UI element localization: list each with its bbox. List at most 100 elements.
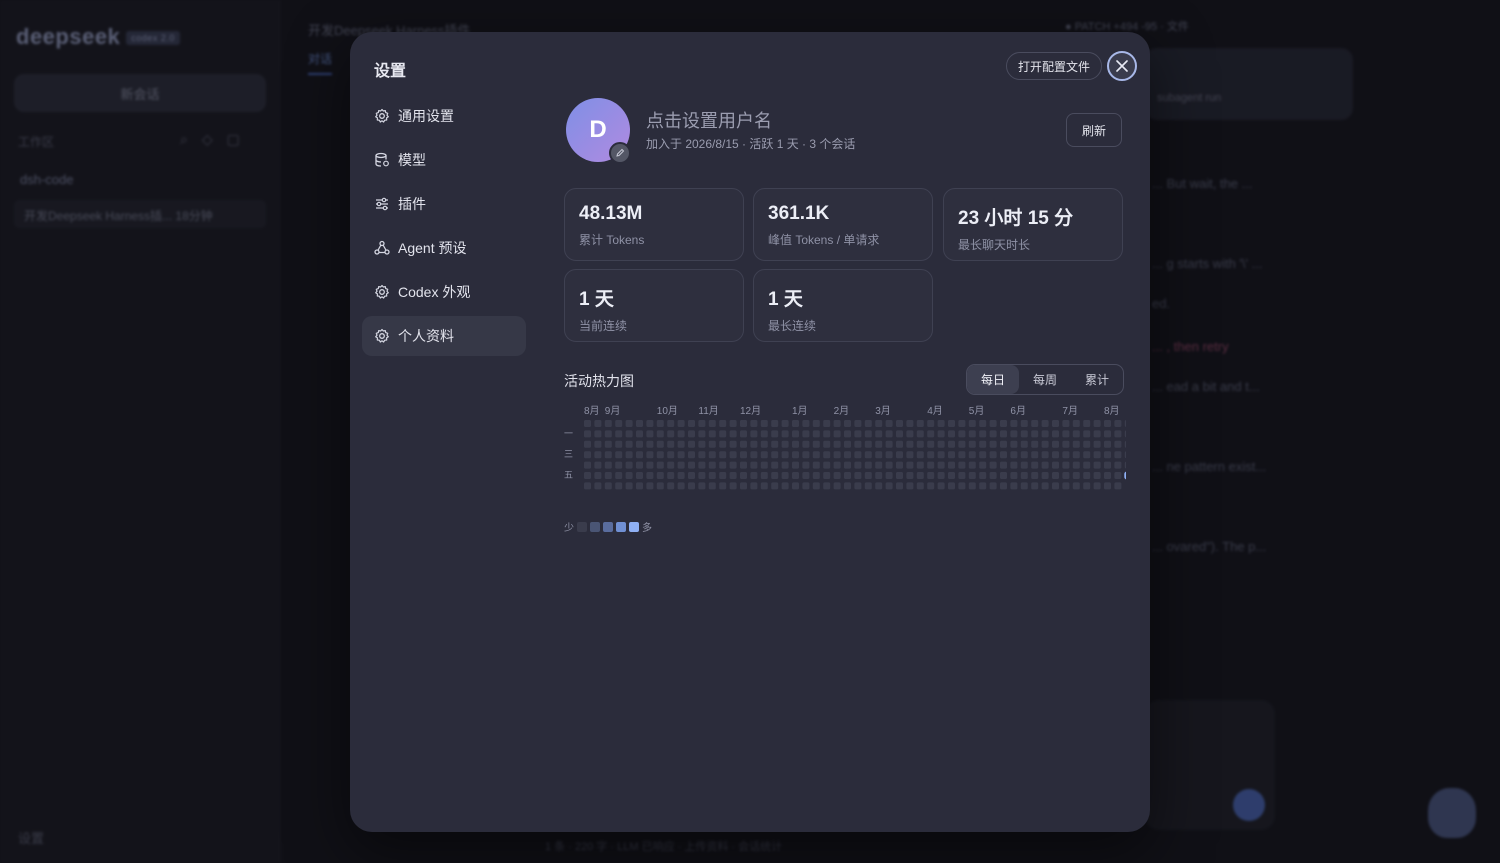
heatmap-cell[interactable] [958,420,966,427]
heatmap-cell[interactable] [708,461,716,469]
heatmap-cell[interactable] [771,482,779,490]
heatmap-cell[interactable] [708,440,716,448]
heatmap-cell[interactable] [698,420,706,427]
heatmap-cell[interactable] [1072,451,1080,459]
heatmap-cell[interactable] [896,440,903,448]
heatmap-cell[interactable] [958,451,966,459]
heatmap-cell[interactable] [781,420,789,427]
heatmap-cell[interactable] [1072,440,1080,448]
heatmap-cell[interactable] [896,451,903,459]
heatmap-cell[interactable] [1072,461,1080,469]
heatmap-cell[interactable] [1052,420,1059,427]
heatmap-cell[interactable] [979,420,987,427]
heatmap-cell[interactable] [1083,430,1091,438]
heatmap-cell[interactable] [1093,420,1101,427]
heatmap-cell[interactable] [646,472,654,479]
heatmap-cell[interactable] [584,430,591,438]
heatmap-cell[interactable] [844,461,851,469]
heatmap-cell[interactable] [656,472,664,479]
heatmap-cell[interactable] [584,482,591,490]
heatmap-cell[interactable] [656,420,664,427]
heatmap-cell[interactable] [1020,420,1028,427]
heatmap-cell[interactable] [615,430,623,438]
heatmap-cell[interactable] [750,482,758,490]
heatmap-cell[interactable] [937,420,945,427]
heatmap-cell[interactable] [854,420,862,427]
heatmap-cell[interactable] [906,440,914,448]
heatmap-cell[interactable] [937,440,945,448]
heatmap-cell[interactable] [667,472,675,479]
heatmap-cell[interactable] [594,451,602,459]
heatmap-cell[interactable] [1093,461,1101,469]
heatmap-cell[interactable] [802,451,810,459]
heatmap-cell[interactable] [1010,420,1018,427]
heatmap-cell[interactable] [958,472,966,479]
heatmap-cell[interactable] [979,472,987,479]
heatmap-cell[interactable] [875,472,883,479]
heatmap-cell[interactable] [864,461,872,469]
nav-item-models[interactable]: 模型 [362,140,526,180]
heatmap-cell[interactable] [688,482,695,490]
heatmap-cell[interactable] [875,430,883,438]
heatmap-cell[interactable] [833,472,841,479]
heatmap-cell[interactable] [781,440,789,448]
heatmap-cell[interactable] [1062,472,1070,479]
heatmap-cell[interactable] [844,482,851,490]
heatmap-cell[interactable] [916,420,924,427]
heatmap-cell[interactable] [1062,430,1070,438]
heatmap-cell[interactable] [968,451,976,459]
heatmap-cell[interactable] [656,482,664,490]
heatmap-cell[interactable] [906,461,914,469]
heatmap-cell[interactable] [1114,440,1122,448]
heatmap-cell[interactable] [636,482,643,490]
close-button[interactable] [1107,51,1137,81]
heatmap-cell[interactable] [781,461,789,469]
heatmap-cell[interactable] [1020,461,1028,469]
heatmap-cell[interactable] [1072,472,1080,479]
heatmap-cell[interactable] [781,430,789,438]
heatmap-cell[interactable] [927,440,935,448]
heatmap-cell[interactable] [708,420,716,427]
heatmap-cell[interactable] [1104,472,1111,479]
heatmap-cell[interactable] [646,420,654,427]
heatmap-cell[interactable] [1124,420,1126,427]
heatmap-cell[interactable] [688,420,695,427]
heatmap-cell[interactable] [864,430,872,438]
heatmap-cell[interactable] [688,430,695,438]
heatmap-cell[interactable] [896,430,903,438]
heatmap-cell[interactable] [927,430,935,438]
heatmap-cell[interactable] [1010,461,1018,469]
heatmap-cell[interactable] [677,472,685,479]
username-field[interactable]: 点击设置用户名 [646,107,772,133]
heatmap-cell[interactable] [1093,472,1101,479]
heatmap-cell[interactable] [656,461,664,469]
heatmap-cell[interactable] [698,430,706,438]
heatmap-cell[interactable] [760,420,768,427]
heatmap-cell[interactable] [667,461,675,469]
heatmap-cell[interactable] [875,420,883,427]
heatmap-cell[interactable] [636,440,643,448]
heatmap-cell[interactable] [729,461,737,469]
heatmap-cell[interactable] [1114,482,1122,490]
heatmap-cell[interactable] [1072,430,1080,438]
heatmap-cell[interactable] [792,420,799,427]
heatmap-cell[interactable] [1104,451,1111,459]
heatmap-cell[interactable] [667,420,675,427]
mode-cumulative-button[interactable]: 累计 [1071,365,1123,394]
heatmap-cell[interactable] [1062,440,1070,448]
heatmap-cell[interactable] [1124,430,1126,438]
heatmap-cell[interactable] [823,420,831,427]
heatmap-cell[interactable] [729,472,737,479]
heatmap-cell[interactable] [615,482,623,490]
heatmap-cell[interactable] [885,440,893,448]
heatmap-cell[interactable] [636,461,643,469]
heatmap-cell[interactable] [1020,482,1028,490]
heatmap-cell[interactable] [927,451,935,459]
heatmap-cell[interactable] [636,430,643,438]
heatmap-cell[interactable] [792,461,799,469]
heatmap-cell[interactable] [584,461,591,469]
heatmap-cell[interactable] [584,451,591,459]
heatmap-cell[interactable] [844,440,851,448]
heatmap-cell[interactable] [625,420,633,427]
mode-weekly-button[interactable]: 每周 [1019,365,1071,394]
